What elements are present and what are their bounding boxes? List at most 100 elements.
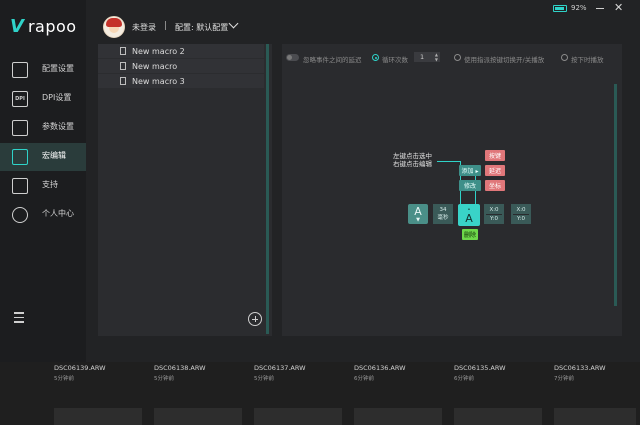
add-menu-item[interactable]: 添加 ▸ — [459, 165, 481, 176]
file-age: 7分钟前 — [554, 376, 574, 382]
delay-unit: 毫秒 — [437, 215, 449, 221]
add-coordinate-menu-item[interactable]: 坐标 — [485, 180, 505, 191]
delete-event-button[interactable]: 删除 — [462, 229, 478, 240]
file-thumbnail[interactable] — [154, 408, 242, 425]
hint-left-click: 左键点击选中 — [393, 152, 432, 160]
sidebar: V rapoo 配置设置 DPI DPI设置 参数设置 宏编辑 支持 个人中心 — [0, 0, 86, 362]
add-key-menu-item[interactable]: 按键 — [485, 150, 505, 161]
file-thumbnail[interactable] — [554, 408, 636, 425]
minimize-button[interactable] — [596, 4, 604, 12]
file-name: DSC06135.ARW — [454, 364, 506, 372]
sidebar-item-label: DPI设置 — [42, 93, 72, 102]
sidebar-item-label: 配置设置 — [42, 64, 74, 73]
macro-name: New macro 3 — [132, 76, 185, 86]
login-status[interactable]: 未登录 — [132, 22, 156, 33]
file-thumbnail[interactable] — [54, 408, 142, 425]
sidebar-item-dpi[interactable]: DPI DPI设置 — [0, 85, 86, 113]
macro-name: New macro — [132, 61, 178, 71]
coordinate-event[interactable]: X:0 Y:0 — [511, 204, 531, 224]
profile-selector-label[interactable]: 配置: 默认配置 — [175, 22, 228, 33]
battery-status: 92% — [553, 4, 587, 12]
file-age: 6分钟前 — [454, 376, 474, 382]
toggle-mode-radio[interactable] — [454, 54, 461, 61]
add-macro-button[interactable] — [248, 312, 262, 326]
sidebar-item-config[interactable]: 配置设置 — [0, 56, 86, 84]
file-item[interactable]: DSC06139.ARW 5分钟前 — [54, 364, 106, 382]
file-item[interactable]: DSC06135.ARW 6分钟前 — [454, 364, 506, 382]
hold-mode-radio[interactable] — [561, 54, 568, 61]
hint-right-click: 右键点击编辑 — [393, 160, 432, 168]
avatar[interactable] — [103, 16, 125, 38]
file-item[interactable]: DSC06137.ARW 5分钟前 — [254, 364, 306, 382]
user-icon — [12, 207, 28, 223]
macro-item[interactable]: New macro 2 — [98, 44, 264, 59]
editor-scrollbar[interactable] — [614, 84, 617, 306]
coord-y: Y:0 — [490, 215, 498, 222]
file-item[interactable]: DSC06138.ARW 5分钟前 — [154, 364, 206, 382]
macro-icon — [12, 149, 28, 165]
battery-percent: 92% — [571, 4, 587, 12]
collapse-menu-icon[interactable] — [14, 312, 28, 324]
sidebar-item-support[interactable]: 支持 — [0, 172, 86, 200]
macro-name: New macro 2 — [132, 46, 185, 56]
key-letter: A — [414, 204, 422, 218]
sidebar-item-profile[interactable]: 个人中心 — [0, 201, 86, 229]
rapoo-driver-window: V rapoo 配置设置 DPI DPI设置 参数设置 宏编辑 支持 个人中心 … — [0, 0, 640, 362]
loop-count-radio[interactable] — [372, 54, 379, 61]
toggle-mode-label: 使用指派按键切换开/关播放 — [464, 56, 545, 64]
close-button[interactable]: ✕ — [614, 2, 623, 13]
file-item[interactable]: DSC06133.ARW 7分钟前 — [554, 364, 606, 382]
key-down-event[interactable]: A ▼ — [408, 204, 428, 224]
file-thumbnail[interactable] — [254, 408, 342, 425]
key-letter: A — [465, 211, 473, 225]
file-item[interactable]: DSC06136.ARW 6分钟前 — [354, 364, 406, 382]
file-browser-strip: DSC06139.ARW 5分钟前 DSC06138.ARW 5分钟前 DSC0… — [0, 362, 640, 425]
file-name: DSC06137.ARW — [254, 364, 306, 372]
delay-value: 34 — [439, 207, 447, 213]
sidebar-item-label: 宏编辑 — [42, 151, 66, 160]
loop-count-stepper[interactable]: 1 ▲ ▼ — [414, 52, 440, 62]
stepper-arrows-icon[interactable]: ▲ ▼ — [435, 52, 438, 62]
loop-count-value: 1 — [420, 53, 425, 61]
logo-word: rapoo — [27, 17, 77, 36]
file-name: DSC06136.ARW — [354, 364, 406, 372]
file-thumbnail[interactable] — [454, 408, 542, 425]
battery-icon — [553, 4, 567, 12]
sidebar-item-label: 参数设置 — [42, 122, 74, 131]
macro-item[interactable]: New macro — [98, 59, 264, 74]
modify-menu-item[interactable]: 修改 — [459, 180, 481, 191]
file-name: DSC06138.ARW — [154, 364, 206, 372]
macro-editor-panel: 忽略事件之间的延迟 循环次数 1 ▲ ▼ 使用指派按键切换开/关播放 按下时播放 … — [282, 44, 622, 336]
file-thumbnail[interactable] — [354, 408, 442, 425]
sidebar-item-label: 支持 — [42, 180, 58, 189]
coord-x: X:0 — [489, 206, 499, 213]
file-age: 6分钟前 — [354, 376, 374, 382]
delay-event[interactable]: 34 毫秒 — [433, 204, 453, 224]
coordinate-event[interactable]: X:0 Y:0 — [484, 204, 504, 224]
sidebar-item-macro[interactable]: 宏编辑 — [0, 143, 86, 171]
ignore-delay-toggle[interactable] — [286, 54, 299, 61]
file-age: 5分钟前 — [254, 376, 274, 382]
macro-list-scrollbar[interactable] — [266, 44, 269, 334]
logo-mark: V — [10, 16, 24, 37]
editor-hint: 左键点击选中 右键点击编辑 — [393, 152, 432, 168]
sidebar-item-params[interactable]: 参数设置 — [0, 114, 86, 142]
add-delay-menu-item[interactable]: 延迟 — [485, 165, 505, 176]
sidebar-item-label: 个人中心 — [42, 209, 74, 218]
key-up-event-selected[interactable]: • A — [458, 204, 480, 226]
ignore-delay-label: 忽略事件之间的延迟 — [303, 56, 362, 64]
document-icon — [120, 77, 126, 85]
dpi-icon: DPI — [12, 91, 28, 107]
macro-item[interactable]: New macro 3 — [98, 74, 264, 89]
file-name: DSC06139.ARW — [54, 364, 106, 372]
chevron-down-icon[interactable] — [228, 18, 239, 29]
thumbs-up-icon — [12, 178, 28, 194]
document-icon — [120, 62, 126, 70]
file-age: 5分钟前 — [154, 376, 174, 382]
hint-connector-h — [437, 161, 461, 162]
rapoo-logo: V rapoo — [10, 18, 77, 36]
hold-mode-label: 按下时播放 — [571, 56, 604, 64]
coord-y: Y:0 — [517, 215, 525, 222]
file-name: DSC06133.ARW — [554, 364, 606, 372]
header-divider — [165, 21, 166, 30]
